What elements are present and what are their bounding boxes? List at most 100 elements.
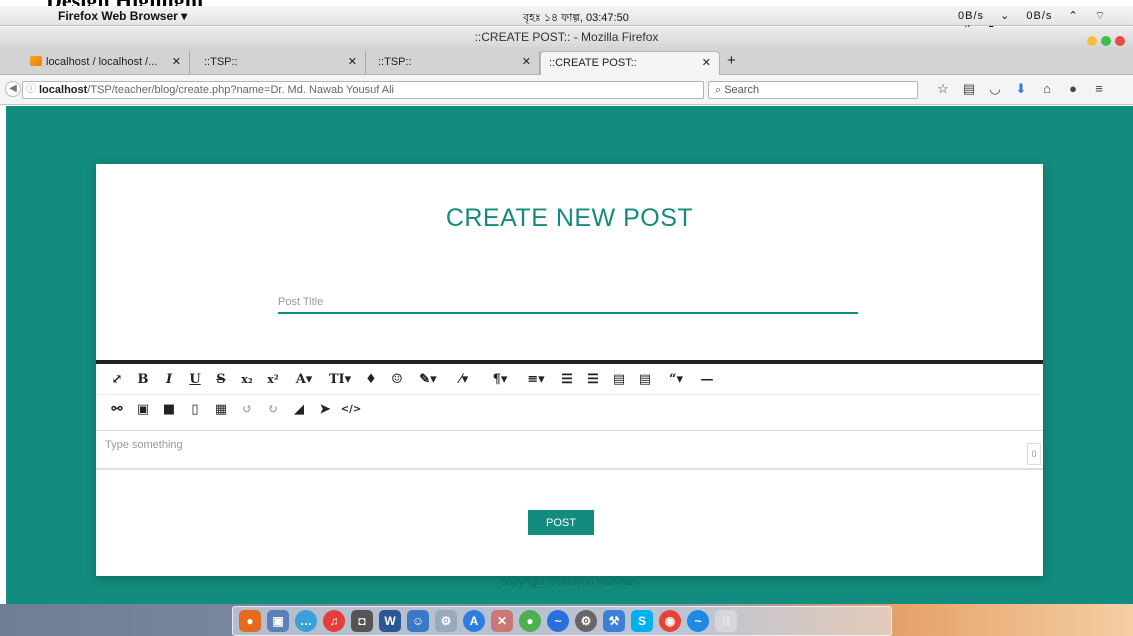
window-titlebar: ::CREATE POST:: - Mozilla Firefox bbox=[0, 27, 1133, 47]
xcode-icon[interactable]: ⚒ bbox=[603, 610, 625, 632]
preview-icon[interactable]: ▣ bbox=[267, 610, 289, 632]
reading-list-icon[interactable]: ▤ bbox=[956, 81, 982, 97]
window-title: ::CREATE POST:: - Mozilla Firefox bbox=[474, 30, 659, 44]
navigation-bar: ◀ ⓘ localhost/TSP/teacher/blog/create.ph… bbox=[0, 75, 1133, 105]
font-size-button[interactable]: TI▾ bbox=[322, 372, 358, 387]
site-info-icon[interactable]: ⓘ bbox=[26, 82, 36, 98]
magic-wand-icon[interactable]: ⁄▾ bbox=[446, 372, 482, 387]
download-icon[interactable]: ⬇ bbox=[1008, 81, 1034, 97]
app-menu[interactable]: Firefox Web Browser ▾ bbox=[58, 9, 187, 23]
video-icon[interactable]: ■ bbox=[156, 402, 182, 417]
post-button[interactable]: POST bbox=[528, 510, 594, 535]
tools-icon[interactable]: ✕ bbox=[491, 610, 513, 632]
maximize-button[interactable] bbox=[1101, 36, 1111, 46]
subscript-button[interactable]: x₂ bbox=[234, 373, 260, 386]
settings-icon[interactable]: ⚙ bbox=[575, 610, 597, 632]
editor-toolbar-row-1: ⤢ B I U S x₂ x² A▾ TI▾ ♦ ☺ ✎▾ ⁄▾ ¶▾ ≡▾ ☰… bbox=[96, 364, 1043, 394]
itunes-icon[interactable]: ♫ bbox=[323, 610, 345, 632]
chevron-up-icon[interactable]: ⌃ bbox=[1068, 10, 1078, 22]
home-icon[interactable]: ⌂ bbox=[1034, 81, 1060, 96]
back-button[interactable]: ◀ bbox=[5, 81, 21, 97]
menu-icon[interactable]: ≡ bbox=[1086, 81, 1112, 96]
minimize-button[interactable] bbox=[1087, 36, 1097, 46]
eraser-icon[interactable]: ◢ bbox=[286, 402, 312, 417]
font-family-button[interactable]: A▾ bbox=[286, 372, 322, 387]
rich-text-editor: ⤢ B I U S x₂ x² A▾ TI▾ ♦ ☺ ✎▾ ⁄▾ ¶▾ ≡▾ ☰… bbox=[96, 360, 1043, 470]
menubar-clock[interactable]: বৃহঃ ১৪ ফাল্গ, 03:47:50 bbox=[523, 9, 629, 28]
bookmark-star-icon[interactable]: ☆ bbox=[930, 81, 956, 97]
app-store-icon[interactable]: A bbox=[463, 610, 485, 632]
color-icon[interactable]: ♦ bbox=[358, 372, 384, 387]
copyright-footer: copyright ©Shovon Rahman bbox=[500, 576, 639, 588]
paint-brush-icon[interactable]: ✎▾ bbox=[410, 372, 446, 387]
image-icon[interactable]: ▣ bbox=[130, 402, 156, 417]
create-post-card: CREATE NEW POST ⤢ B I U S x₂ x² A▾ TI▾ ♦… bbox=[96, 164, 1043, 576]
unordered-list-icon[interactable]: ☰ bbox=[580, 372, 606, 387]
link-icon[interactable]: ⚯ bbox=[104, 402, 130, 417]
post-title-input[interactable] bbox=[278, 292, 858, 314]
tab-tsp-2[interactable]: ::TSP:: ✕ bbox=[370, 51, 540, 75]
dock-shelf: ● ▣ … ♫ ◘ W ☺ ⚙ A ✕ ● ~ ⚙ ⚒ S ◉ ~ ⁞⁞ bbox=[232, 606, 892, 636]
close-icon[interactable]: ✕ bbox=[522, 51, 531, 73]
pocket-icon[interactable]: ◡ bbox=[982, 81, 1008, 97]
url-host: localhost bbox=[39, 84, 88, 96]
finder-icon[interactable]: ☺ bbox=[407, 610, 429, 632]
launchpad-icon[interactable]: ⁞⁞ bbox=[715, 610, 737, 632]
chevron-down-icon[interactable]: ⌄ bbox=[1000, 10, 1010, 22]
file-icon[interactable]: ▯ bbox=[182, 402, 208, 417]
tab-phpmyadmin[interactable]: localhost / localhost /... ✕ bbox=[22, 51, 190, 75]
paragraph-format-button[interactable]: ¶▾ bbox=[482, 372, 518, 387]
horizontal-line-icon[interactable]: — bbox=[694, 372, 720, 387]
chrome-icon[interactable]: ◉ bbox=[659, 610, 681, 632]
code-view-icon[interactable]: </> bbox=[338, 404, 364, 415]
quote-button[interactable]: “▾ bbox=[658, 372, 694, 387]
mac-menubar: Firefox Web Browser ▾ বৃহঃ ১৪ ফাল্গ, 03:… bbox=[0, 6, 1133, 36]
editor-content-area[interactable]: Type something 0 bbox=[96, 430, 1043, 470]
editor-placeholder: Type something bbox=[105, 439, 183, 451]
url-bar[interactable]: ⓘ localhost/TSP/teacher/blog/create.php?… bbox=[22, 81, 731, 99]
messenger-2-icon[interactable]: ~ bbox=[687, 610, 709, 632]
network-speed-down: 0B/s bbox=[1026, 10, 1053, 22]
system-prefs-icon[interactable]: ⚙ bbox=[435, 610, 457, 632]
italic-button[interactable]: I bbox=[156, 372, 182, 387]
toolbar-icons: ☆ ▤ ◡ ⬇ ⌂ ● ≡ bbox=[930, 81, 1112, 97]
tab-label: ::TSP:: bbox=[204, 56, 238, 68]
close-window-button[interactable] bbox=[1115, 36, 1125, 46]
superscript-button[interactable]: x² bbox=[260, 373, 286, 386]
phpmyadmin-icon bbox=[30, 56, 42, 66]
messenger-icon[interactable]: ~ bbox=[547, 610, 569, 632]
wifi-icon[interactable]: ⌔ bbox=[1095, 10, 1106, 22]
close-icon[interactable]: ✕ bbox=[172, 51, 181, 73]
align-button[interactable]: ≡▾ bbox=[518, 372, 554, 387]
tab-tsp-1[interactable]: ::TSP:: ✕ bbox=[196, 51, 366, 75]
table-icon[interactable]: ▦ bbox=[208, 402, 234, 417]
tab-create-post[interactable]: ::CREATE POST:: ✕ bbox=[540, 51, 720, 75]
chat-icon[interactable]: ● bbox=[1060, 81, 1086, 96]
page-background: CREATE NEW POST ⤢ B I U S x₂ x² A▾ TI▾ ♦… bbox=[6, 106, 1133, 604]
select-all-icon[interactable]: ➤ bbox=[312, 402, 338, 417]
fullscreen-icon[interactable]: ⤢ bbox=[104, 372, 130, 387]
character-counter: 0 bbox=[1027, 443, 1041, 465]
search-input[interactable]: ⌕ Search bbox=[708, 81, 918, 99]
emoticon-icon[interactable]: ☺ bbox=[384, 372, 410, 387]
tab-label: ::TSP:: bbox=[378, 56, 412, 68]
skype-icon[interactable]: S bbox=[631, 610, 653, 632]
messages-icon[interactable]: … bbox=[295, 610, 317, 632]
bold-button[interactable]: B bbox=[130, 372, 156, 387]
word-icon[interactable]: W bbox=[379, 610, 401, 632]
undo-icon[interactable]: ↺ bbox=[234, 402, 260, 417]
network-speed-up: 0B/s bbox=[958, 10, 985, 22]
underline-button[interactable]: U bbox=[182, 372, 208, 387]
camera-icon[interactable]: ◘ bbox=[351, 610, 373, 632]
url-path: /TSP/teacher/blog/create.php?name=Dr. Md… bbox=[87, 84, 394, 96]
firefox-icon[interactable]: ● bbox=[239, 610, 261, 632]
close-icon[interactable]: ✕ bbox=[348, 51, 357, 73]
close-icon[interactable]: ✕ bbox=[702, 52, 711, 74]
indent-icon[interactable]: ▤ bbox=[632, 372, 658, 387]
ordered-list-icon[interactable]: ☰ bbox=[554, 372, 580, 387]
new-tab-button[interactable]: + bbox=[727, 52, 736, 69]
strikethrough-button[interactable]: S bbox=[208, 372, 234, 387]
outdent-icon[interactable]: ▤ bbox=[606, 372, 632, 387]
chrome-like-icon[interactable]: ● bbox=[519, 610, 541, 632]
redo-icon[interactable]: ↻ bbox=[260, 402, 286, 417]
